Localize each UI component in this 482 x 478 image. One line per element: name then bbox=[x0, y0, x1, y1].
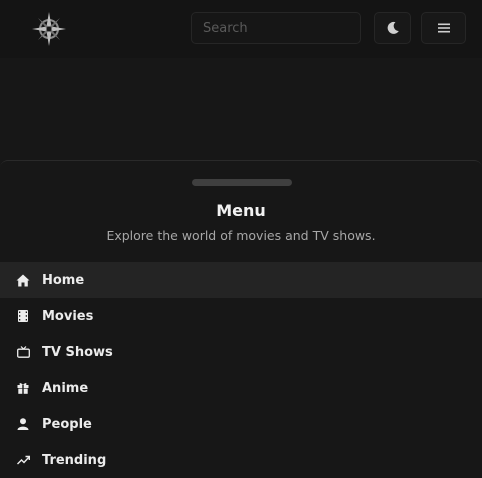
theme-toggle-button[interactable] bbox=[374, 12, 411, 44]
top-navbar bbox=[0, 0, 482, 58]
nav-item-home[interactable]: Home bbox=[0, 262, 482, 298]
nav-label-trending: Trending bbox=[42, 452, 107, 468]
nav-label-people: People bbox=[42, 416, 92, 432]
nav-item-movies[interactable]: Movies bbox=[0, 298, 482, 334]
user-icon bbox=[16, 417, 30, 431]
nav-label-anime: Anime bbox=[42, 380, 89, 396]
tv-icon bbox=[16, 345, 30, 359]
film-icon bbox=[16, 309, 30, 323]
home-icon bbox=[16, 273, 30, 287]
menu-drawer: Menu Explore the world of movies and TV … bbox=[0, 160, 482, 475]
nav-label-movies: Movies bbox=[42, 308, 94, 324]
menu-title: Menu bbox=[216, 201, 266, 220]
moon-icon bbox=[387, 21, 399, 34]
gift-icon bbox=[16, 381, 30, 395]
drawer-handle[interactable] bbox=[192, 179, 292, 186]
nav-item-tv-shows[interactable]: TV Shows bbox=[0, 334, 482, 370]
hamburger-icon bbox=[437, 23, 450, 33]
menu-description: Explore the world of movies and TV shows… bbox=[106, 228, 376, 243]
menu-nav-list: Home Movies TV Shows Anime People Trendi… bbox=[0, 262, 482, 478]
nav-item-people[interactable]: People bbox=[0, 406, 482, 442]
search-input[interactable] bbox=[191, 12, 361, 44]
backdrop-overlay[interactable] bbox=[0, 58, 482, 160]
nav-item-anime[interactable]: Anime bbox=[0, 370, 482, 406]
nav-label-home: Home bbox=[42, 272, 85, 288]
nav-item-trending[interactable]: Trending bbox=[0, 442, 482, 478]
compass-star-logo[interactable] bbox=[30, 10, 68, 48]
nav-label-tv-shows: TV Shows bbox=[42, 344, 113, 360]
trending-icon bbox=[16, 453, 30, 467]
menu-button[interactable] bbox=[421, 12, 466, 44]
